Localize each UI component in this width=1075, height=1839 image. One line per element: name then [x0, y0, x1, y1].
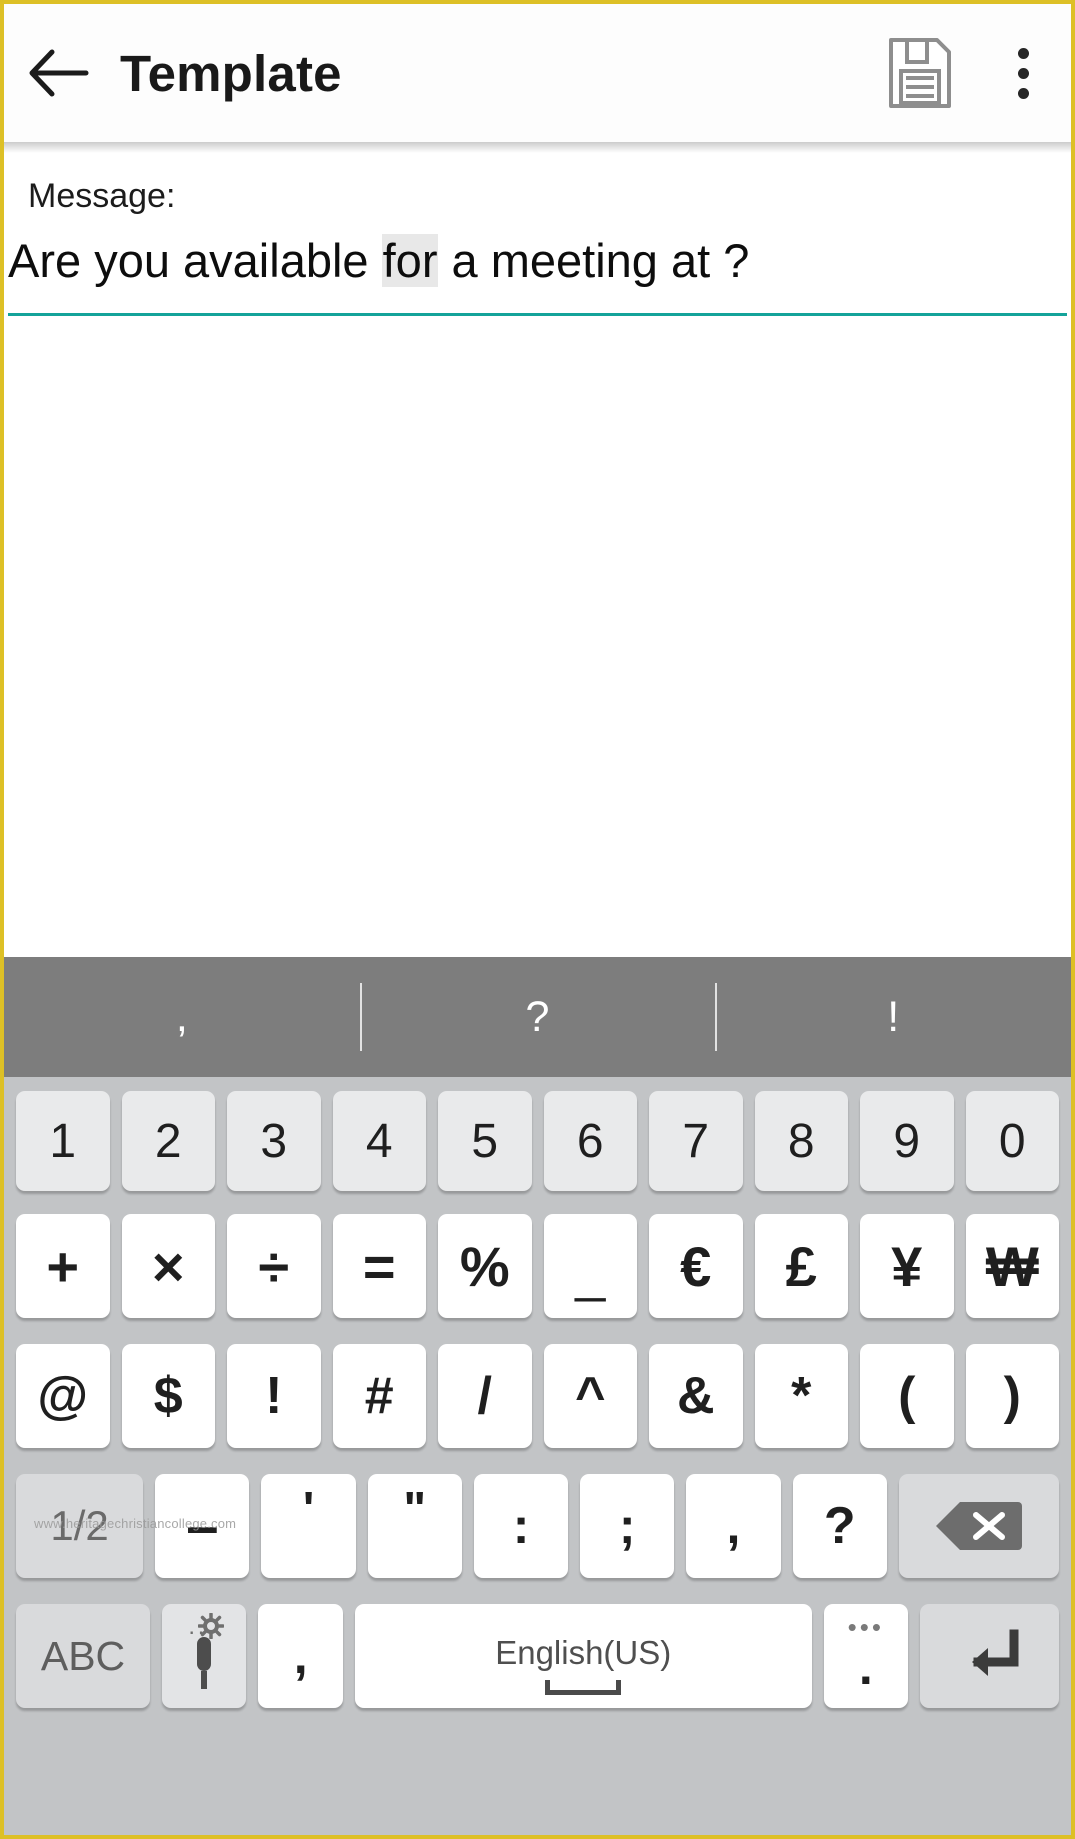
key-hash[interactable]: # [332, 1344, 426, 1448]
key-7[interactable]: 7 [649, 1091, 743, 1191]
keyboard-row-symbols: @ $ ! # / ^ & * ( ) [10, 1335, 1065, 1457]
key-period-label: . [858, 1639, 873, 1695]
key-5[interactable]: 5 [438, 1091, 532, 1191]
key-paren-close[interactable]: ) [965, 1344, 1059, 1448]
app-screen: Template Message: Are you available for … [0, 0, 1075, 1839]
keyboard-row-numbers: 1 2 3 4 5 6 7 8 9 0 [10, 1085, 1065, 1197]
enter-return-icon [971, 1629, 1019, 1676]
suggestion-item[interactable]: ? [359, 957, 716, 1077]
back-button[interactable] [4, 4, 114, 142]
key-won[interactable]: ₩ [965, 1214, 1059, 1318]
key-space[interactable]: English(US) [354, 1604, 812, 1708]
key-2[interactable]: 2 [121, 1091, 215, 1191]
more-vertical-icon [1017, 47, 1029, 59]
key-percent[interactable]: % [438, 1214, 532, 1318]
appbar-shadow [4, 142, 1071, 153]
key-voice-input[interactable]: ․․ [162, 1604, 247, 1708]
key-asterisk[interactable]: * [754, 1344, 848, 1448]
key-0[interactable]: 0 [965, 1091, 1059, 1191]
keyboard-suggestion-bar: , ? ! [4, 957, 1071, 1077]
key-enter[interactable] [920, 1604, 1060, 1708]
page-title: Template [120, 44, 342, 102]
microphone-icon [197, 1637, 212, 1689]
floppy-disk-save-icon [889, 38, 951, 108]
key-abc-layout[interactable]: ABC [16, 1604, 151, 1708]
key-9[interactable]: 9 [860, 1091, 954, 1191]
suggestion-item[interactable]: ! [715, 957, 1071, 1077]
watermark-text: www.heritagechristiancollege.com [34, 1516, 237, 1531]
key-colon[interactable]: : [473, 1474, 569, 1578]
key-euro[interactable]: € [649, 1214, 743, 1318]
on-screen-keyboard: 1 2 3 4 5 6 7 8 9 0 + × ÷ = % _ € £ ¥ ₩ … [4, 1077, 1071, 1835]
more-symbols-dots-icon: ••• [847, 1612, 884, 1642]
key-paren-open[interactable]: ( [860, 1344, 954, 1448]
key-question[interactable]: ? [792, 1474, 887, 1578]
key-exclamation[interactable]: ! [227, 1344, 321, 1448]
key-divide[interactable]: ÷ [227, 1214, 321, 1318]
key-semicolon[interactable]: ; [580, 1474, 675, 1578]
app-bar: Template [4, 4, 1071, 142]
back-arrow-icon [29, 49, 89, 97]
key-comma[interactable]: , [686, 1474, 781, 1578]
key-plus[interactable]: + [16, 1214, 110, 1318]
key-comma-bottom[interactable]: , [258, 1604, 343, 1708]
suggestion-item[interactable]: , [4, 957, 360, 1077]
overflow-menu-button[interactable] [975, 4, 1071, 142]
more-vertical-icon [1017, 87, 1029, 99]
key-multiply[interactable]: × [121, 1214, 215, 1318]
backspace-icon [935, 1502, 1022, 1550]
key-underscore[interactable]: _ [543, 1214, 637, 1318]
key-ampersand[interactable]: & [649, 1344, 743, 1448]
key-4[interactable]: 4 [332, 1091, 426, 1191]
key-6[interactable]: 6 [543, 1091, 637, 1191]
key-8[interactable]: 8 [754, 1091, 848, 1191]
more-vertical-icon [1017, 67, 1029, 79]
message-text-after: a meeting at ? [438, 234, 750, 287]
key-apostrophe[interactable]: ' [261, 1474, 356, 1578]
save-button[interactable] [865, 4, 975, 142]
key-quotation[interactable]: " [367, 1474, 462, 1578]
key-caret[interactable]: ^ [543, 1344, 637, 1448]
message-editor-area: Message: Are you available for a meeting… [4, 153, 1071, 957]
key-backspace[interactable] [898, 1474, 1060, 1578]
message-text-composing: for [381, 234, 439, 287]
keyboard-row-bottom: ABC ․․ , English(US) ••• . [10, 1595, 1065, 1717]
spacebar-icon [545, 1680, 622, 1695]
key-yen[interactable]: ¥ [860, 1214, 954, 1318]
gear-icon [198, 1613, 225, 1639]
space-language-label: English(US) [495, 1634, 672, 1671]
keyboard-row-math: + × ÷ = % _ € £ ¥ ₩ [10, 1205, 1065, 1327]
key-dollar[interactable]: $ [121, 1344, 215, 1448]
input-focus-underline [8, 313, 1067, 316]
key-at[interactable]: @ [16, 1344, 110, 1448]
message-label: Message: [28, 177, 176, 215]
key-3[interactable]: 3 [227, 1091, 321, 1191]
message-input[interactable]: Are you available for a meeting at ? [8, 233, 1058, 288]
key-pound[interactable]: £ [754, 1214, 848, 1318]
key-equals[interactable]: = [332, 1214, 426, 1318]
key-slash[interactable]: / [438, 1344, 532, 1448]
key-period[interactable]: ••• . [823, 1604, 909, 1708]
message-text-before: Are you available [8, 234, 382, 287]
key-1[interactable]: 1 [16, 1091, 110, 1191]
